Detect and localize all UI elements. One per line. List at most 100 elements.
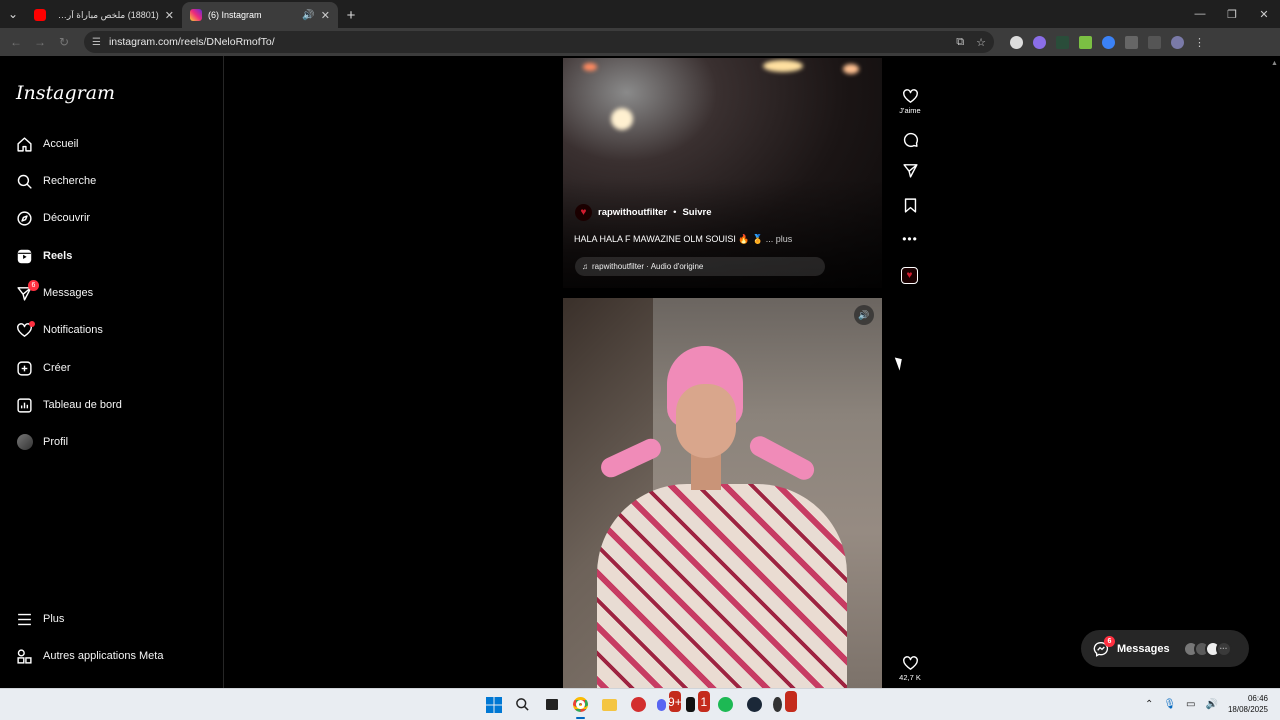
sidebar-item-label: Créer <box>43 362 71 374</box>
extension-icon[interactable] <box>1079 35 1092 49</box>
notification-dot <box>29 320 35 327</box>
more-link[interactable]: ... plus <box>766 234 793 244</box>
chrome-icon[interactable] <box>570 694 591 719</box>
site-info-icon[interactable]: ☰ <box>92 37 101 48</box>
reel-caption: HALA HALA F MAWAZINE OLM SOUISI 🔥 🏅 ... … <box>574 234 792 245</box>
home-icon <box>16 136 33 153</box>
heart-icon <box>902 656 918 670</box>
sidebar-item-reels[interactable]: Reels <box>16 244 72 268</box>
tab-search-icon[interactable]: ⌄ <box>0 0 26 28</box>
share-button[interactable] <box>898 162 922 179</box>
more-options-button[interactable]: ••• <box>898 232 922 246</box>
back-icon[interactable]: ← <box>6 32 26 52</box>
messages-float-button[interactable]: 6 Messages ··· <box>1081 630 1249 667</box>
new-tab-button[interactable]: + <box>338 2 364 28</box>
file-explorer-icon[interactable] <box>599 694 620 715</box>
audio-thumbnail[interactable]: ♥ <box>901 267 918 284</box>
video-frame <box>843 64 859 74</box>
url-text: instagram.com/reels/DNeloRmofTo/ <box>108 36 275 48</box>
kebab-menu-icon[interactable]: ⋮ <box>1194 36 1205 49</box>
comment-button[interactable] <box>898 131 922 148</box>
youtube-icon <box>34 9 46 21</box>
sidebar-item-label: Tableau de bord <box>43 399 122 411</box>
restore-icon[interactable]: ❐ <box>1216 0 1248 28</box>
profile-avatar[interactable] <box>1171 35 1184 49</box>
sidebar-item-meta-apps[interactable]: Autres applications Meta <box>16 644 163 668</box>
spotify-icon[interactable] <box>715 694 736 715</box>
reel-video[interactable]: 🔊 <box>563 298 882 688</box>
sidebar-item-messages[interactable]: 6 Messages <box>16 279 93 305</box>
close-window-icon[interactable]: ✕ <box>1248 0 1280 28</box>
author-name[interactable]: rapwithoutfilter <box>598 207 667 218</box>
minimize-icon[interactable]: — <box>1184 0 1216 28</box>
address-bar[interactable]: ☰ instagram.com/reels/DNeloRmofTo/ ⧉ ☆ <box>84 31 994 53</box>
speaker-icon[interactable]: 🔊 <box>854 305 874 325</box>
sidebar-item-notifications[interactable]: Notifications <box>16 318 103 342</box>
task-view-icon[interactable] <box>541 694 562 715</box>
extension-icon[interactable] <box>1102 35 1115 49</box>
mouse-cursor <box>894 355 906 371</box>
discord-icon[interactable]: 9+ <box>657 691 682 715</box>
extension-icon[interactable] <box>1056 35 1069 49</box>
like-button[interactable]: J'aime <box>898 88 922 115</box>
close-icon[interactable]: ✕ <box>321 9 330 22</box>
side-panel-icon[interactable] <box>1148 35 1161 49</box>
heart-icon <box>16 320 35 339</box>
like-button[interactable]: 42,7 K <box>898 655 922 682</box>
sidebar-item-tableau-de-bord[interactable]: Tableau de bord <box>16 393 122 417</box>
follow-button[interactable]: Suivre <box>682 207 711 218</box>
extension-icon[interactable] <box>1010 35 1023 49</box>
reel-video[interactable]: ♥ rapwithoutfilter • Suivre HALA HALA F … <box>563 58 882 288</box>
messages-badge: 6 <box>1104 635 1115 647</box>
microphone-icon[interactable]: 🎙 <box>1163 699 1176 710</box>
save-button[interactable] <box>898 197 922 214</box>
reel-author: ♥ rapwithoutfilter • Suivre <box>575 204 712 221</box>
window-controls: — ❐ ✕ <box>1184 0 1280 28</box>
sidebar-item-decouvrir[interactable]: Découvrir <box>16 206 90 230</box>
scroll-up-icon[interactable]: ▲ <box>1271 60 1278 67</box>
reload-icon[interactable]: ↻ <box>54 32 74 52</box>
video-frame <box>676 384 736 458</box>
speaker-icon[interactable]: 🔊 <box>302 10 314 21</box>
messages-badge: 6 <box>28 279 39 291</box>
author-avatar[interactable]: ♥ <box>575 204 592 221</box>
sidebar-item-creer[interactable]: Créer <box>16 356 71 380</box>
app-icon[interactable] <box>773 691 797 715</box>
messages-label: Messages <box>1117 642 1170 655</box>
windows-start-icon[interactable] <box>483 694 504 715</box>
caption-text: HALA HALA F MAWAZINE OLM SOUISI 🔥 🏅 <box>574 234 764 244</box>
sidebar-item-plus[interactable]: Plus <box>16 607 64 631</box>
tab-title: (6) Instagram <box>208 10 262 20</box>
search-icon[interactable] <box>512 694 533 715</box>
sidebar-item-label: Accueil <box>43 138 79 150</box>
sidebar-item-label: Reels <box>43 250 73 262</box>
audio-chip[interactable]: ♫ rapwithoutfilter · Audio d'origine <box>575 257 825 276</box>
sidebar-item-accueil[interactable]: Accueil <box>16 132 78 156</box>
display-icon[interactable]: ▭ <box>1186 699 1195 710</box>
heart-icon <box>902 89 918 103</box>
sidebar-item-profil[interactable]: Profil <box>16 430 68 454</box>
instagram-sidebar: Instagram Accueil Recherche Découvrir Re… <box>0 56 224 688</box>
sidebar-item-recherche[interactable]: Recherche <box>16 169 96 193</box>
instagram-logo[interactable]: Instagram <box>16 82 115 104</box>
sidebar-item-label: Découvrir <box>43 212 91 224</box>
app-icon[interactable] <box>628 694 649 715</box>
close-icon[interactable]: ✕ <box>165 9 174 22</box>
music-note-icon: ♫ <box>582 262 588 271</box>
page-scrollbar[interactable]: ▲ <box>1268 56 1280 688</box>
clock[interactable]: 06:46 18/08/2025 <box>1228 693 1268 715</box>
ellipsis-icon: ··· <box>1215 640 1232 657</box>
browser-tabstrip: ⌄ (18801) ملخص مباراة آرسنال ور... ✕ (6)… <box>0 0 1280 28</box>
extension-icon[interactable] <box>1033 35 1046 49</box>
volume-icon[interactable]: 🔊 <box>1206 699 1218 710</box>
notification-dot <box>784 691 797 712</box>
chevron-up-icon[interactable]: ⌃ <box>1145 699 1153 710</box>
capcut-icon[interactable]: 1 <box>686 691 710 715</box>
forward-icon[interactable]: → <box>30 32 50 52</box>
tab-instagram[interactable]: (6) Instagram 🔊 ✕ <box>182 2 338 28</box>
steam-icon[interactable] <box>744 694 765 715</box>
puzzle-icon[interactable] <box>1125 35 1138 49</box>
bookmark-star-icon[interactable]: ☆ <box>976 36 986 49</box>
install-app-icon[interactable]: ⧉ <box>956 36 964 49</box>
tab-youtube[interactable]: (18801) ملخص مباراة آرسنال ور... ✕ <box>26 2 182 28</box>
